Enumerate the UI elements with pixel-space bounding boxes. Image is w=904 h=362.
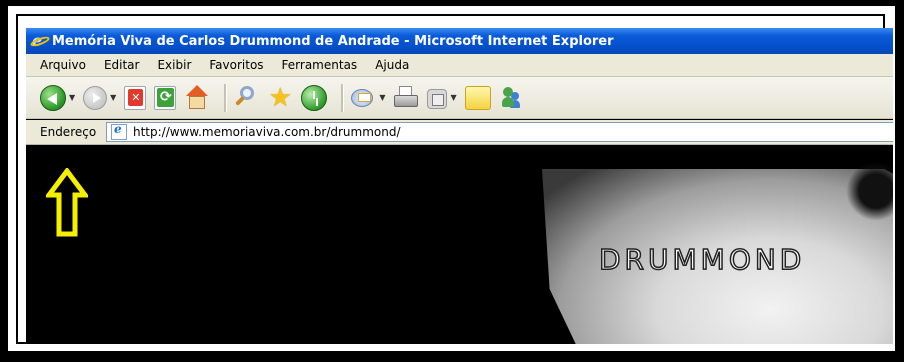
address-label: Endereço [40, 125, 97, 139]
browser-window: e Memória Viva de Carlos Drummond de And… [26, 28, 893, 344]
history-icon [301, 84, 328, 111]
back-icon [40, 84, 66, 111]
edit-dropdown-icon[interactable]: ▼ [450, 93, 456, 102]
menu-exibir[interactable]: Exibir [148, 58, 200, 72]
stop-button[interactable] [124, 85, 147, 110]
stop-icon [124, 85, 147, 110]
favorites-button[interactable]: ★ [267, 85, 293, 111]
star-icon: ★ [268, 82, 292, 113]
mail-icon [350, 85, 376, 111]
forward-button[interactable]: ▼ [83, 85, 116, 110]
up-arrow-icon [46, 168, 88, 237]
print-icon [393, 85, 419, 111]
edit-icon [427, 89, 448, 109]
menu-bar: Arquivo Editar Exibir Favoritos Ferramen… [26, 54, 893, 77]
menu-arquivo[interactable]: Arquivo [26, 58, 95, 72]
address-url[interactable]: http://www.memoriaviva.com.br/drummond/ [133, 125, 401, 139]
messenger-icon [499, 85, 525, 111]
back-dropdown-icon[interactable]: ▼ [69, 93, 75, 102]
messenger-button[interactable] [499, 85, 525, 111]
refresh-button[interactable] [154, 85, 177, 110]
edit-button[interactable]: ▼ [427, 86, 457, 109]
menu-ajuda[interactable]: Ajuda [366, 58, 418, 72]
mail-button[interactable]: ▼ [350, 85, 385, 111]
menu-favoritos[interactable]: Favoritos [200, 58, 272, 72]
window-title: Memória Viva de Carlos Drummond de Andra… [52, 33, 614, 49]
page-content: DRUMMOND [26, 145, 893, 344]
history-button[interactable] [301, 84, 328, 111]
home-button[interactable] [184, 84, 210, 111]
mail-dropdown-icon[interactable]: ▼ [379, 93, 385, 102]
menu-editar[interactable]: Editar [95, 58, 149, 72]
back-button[interactable]: ▼ [40, 84, 75, 111]
print-button[interactable] [393, 85, 419, 111]
standard-toolbar: ▼ ▼ ★ ▼ [26, 77, 893, 119]
refresh-icon [154, 85, 177, 110]
discuss-button[interactable] [464, 85, 491, 110]
menu-ferramentas[interactable]: Ferramentas [273, 58, 367, 72]
internet-explorer-icon: e [29, 31, 51, 50]
discuss-icon [464, 85, 491, 110]
search-button[interactable] [233, 85, 259, 111]
page-icon [111, 122, 127, 140]
banner-title: DRUMMOND [598, 242, 806, 277]
toolbar-separator [224, 83, 228, 112]
address-input[interactable]: http://www.memoriaviva.com.br/drummond/ [106, 122, 893, 142]
search-icon [233, 85, 259, 111]
title-bar[interactable]: e Memória Viva de Carlos Drummond de And… [26, 28, 893, 54]
toolbar-separator [341, 83, 345, 112]
forward-dropdown-icon[interactable]: ▼ [110, 93, 116, 102]
address-bar: Endereço http://www.memoriaviva.com.br/d… [26, 120, 893, 145]
home-icon [184, 84, 210, 111]
forward-icon [83, 85, 108, 110]
